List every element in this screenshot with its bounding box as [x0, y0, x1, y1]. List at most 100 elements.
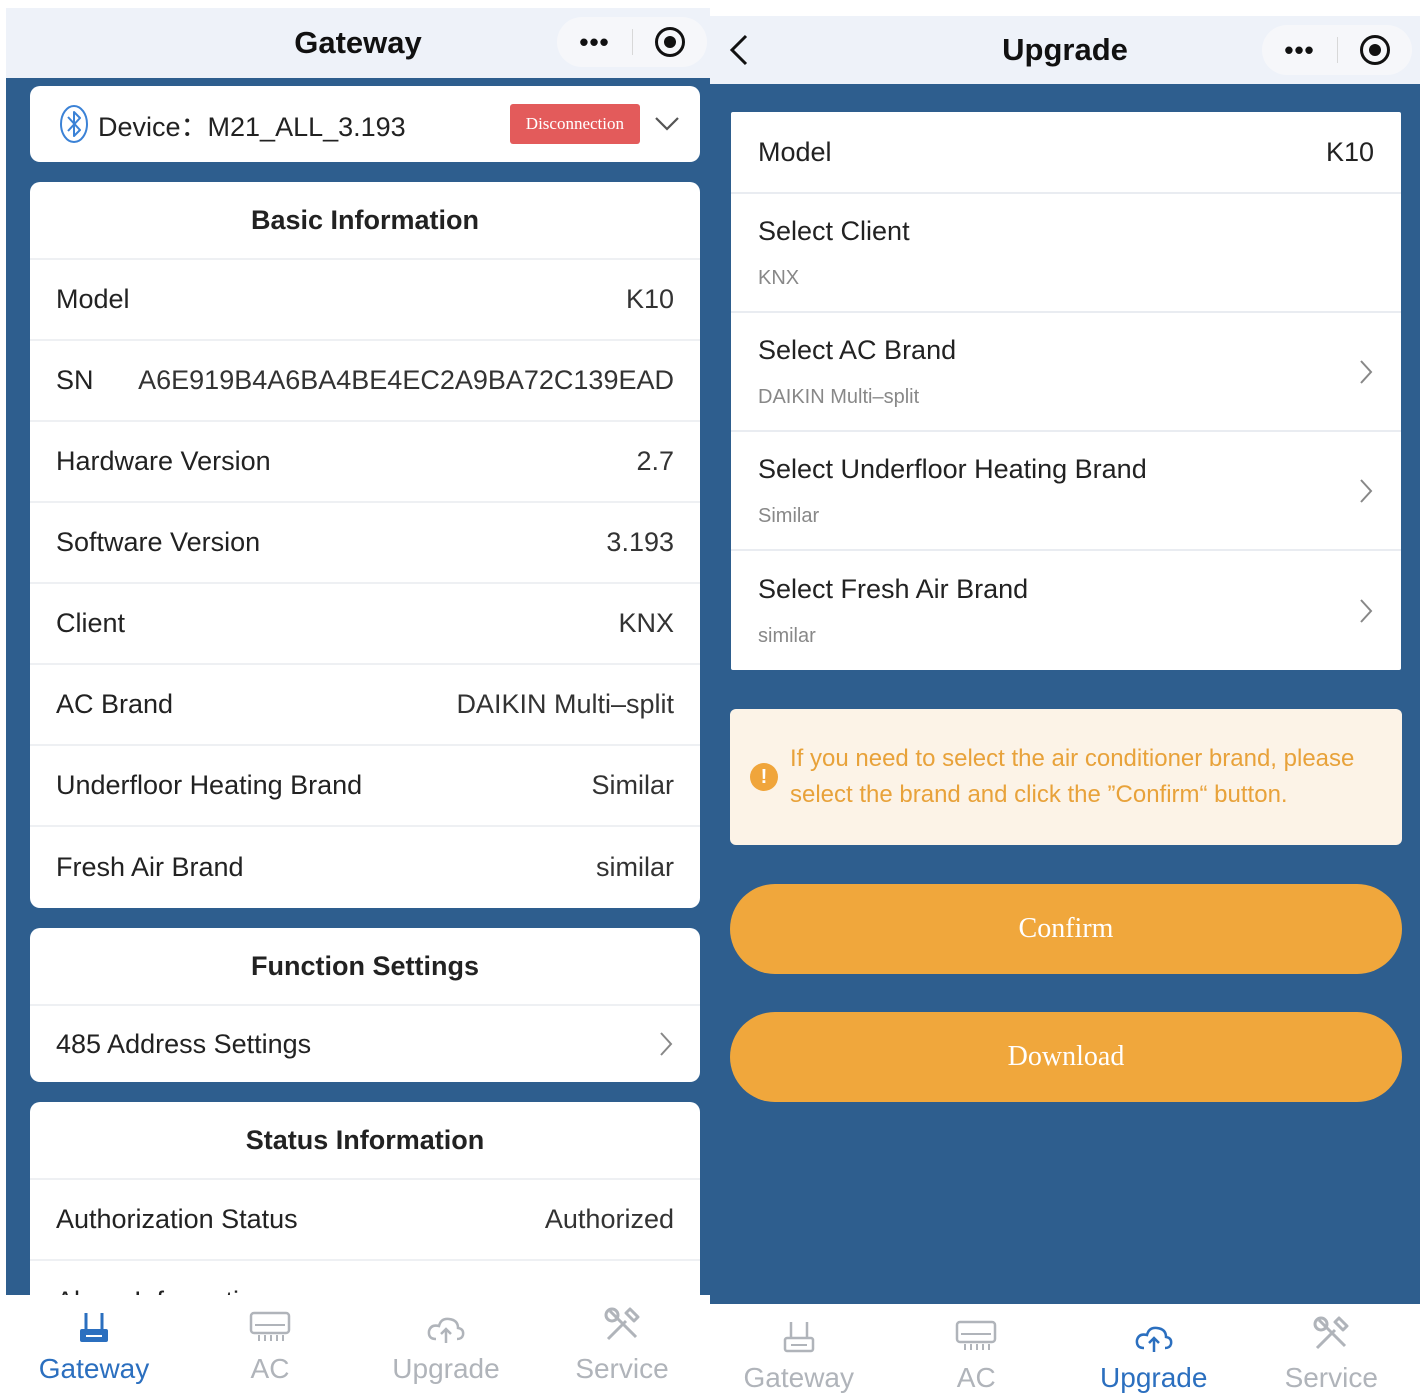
row-label: SN — [56, 365, 94, 395]
row-label: Client — [56, 608, 126, 638]
service-icon — [602, 1295, 642, 1345]
select-client-row[interactable]: Select Client KNX — [731, 194, 1401, 313]
row-value: KNX — [618, 608, 674, 638]
tab-label: Gateway — [38, 1353, 150, 1384]
tab-service[interactable]: Service — [534, 1295, 710, 1399]
chevron-right-icon — [1360, 598, 1373, 623]
tab-label: Service — [1284, 1362, 1378, 1393]
bluetooth-icon — [60, 105, 88, 143]
row-label: Model — [56, 284, 130, 314]
upgrade-icon — [1134, 1304, 1174, 1354]
confirm-button[interactable]: Confirm — [730, 884, 1402, 974]
tab-ac[interactable]: AC — [888, 1304, 1066, 1399]
info-row-underfloor-heating-brand: Underfloor Heating Brand Similar — [30, 746, 700, 827]
row-label: Select Fresh Air Brand — [758, 573, 1029, 604]
row-label: Model — [758, 136, 832, 167]
select-ac-brand-row[interactable]: Select AC Brand DAIKIN Multi–split — [731, 313, 1401, 432]
info-row-authorization-status: Authorization Status Authorized — [30, 1180, 700, 1261]
tab-service[interactable]: Service — [1243, 1304, 1420, 1399]
upgrade-screen: Upgrade ••• Model K10 Select Client KNX … — [710, 16, 1420, 1399]
close-target-icon[interactable] — [633, 27, 707, 57]
more-icon[interactable]: ••• — [1262, 35, 1337, 66]
row-value: Similar — [591, 770, 674, 800]
nav-bar: Upgrade ••• — [710, 16, 1420, 84]
tab-label: AC — [956, 1362, 996, 1393]
download-button[interactable]: Download — [730, 1012, 1402, 1102]
info-row-model: Model K10 — [30, 260, 700, 341]
select-fresh-air-brand-row[interactable]: Select Fresh Air Brand similar — [731, 551, 1401, 670]
info-row-sn: SN A6E919B4A6BA4BE4EC2A9BA72C139EAD — [30, 341, 700, 422]
row-label: Software Version — [56, 527, 261, 557]
row-value: Similar — [758, 504, 820, 527]
upgrade-icon — [426, 1295, 466, 1345]
ac-icon — [955, 1304, 997, 1354]
row-value: 2.7 — [636, 446, 674, 476]
service-icon — [1311, 1304, 1351, 1354]
row-label: AC Brand — [56, 689, 174, 719]
row-value: K10 — [1325, 136, 1374, 167]
info-row-fresh-air-brand: Fresh Air Brand similar — [30, 827, 700, 908]
gateway-icon — [77, 1295, 111, 1345]
tab-ac[interactable]: AC — [182, 1295, 358, 1399]
notice-text: If you need to select the air conditione… — [790, 745, 1355, 808]
model-row: Model K10 — [731, 112, 1401, 194]
chevron-right-icon — [660, 1032, 673, 1056]
tab-gateway[interactable]: Gateway — [6, 1295, 182, 1399]
tab-upgrade[interactable]: Upgrade — [358, 1295, 534, 1399]
chevron-right-icon — [1360, 478, 1373, 503]
ac-icon — [249, 1295, 291, 1345]
row-label: Authorization Status — [56, 1204, 298, 1234]
close-target-icon[interactable] — [1338, 35, 1412, 65]
tab-label: Gateway — [743, 1362, 855, 1393]
device-name: Device：M21_ALL_3.193 — [98, 111, 406, 142]
row-label: Select Client — [758, 215, 910, 246]
gateway-screen: Gateway ••• Device：M21_ALL_3.193 Disconn… — [6, 8, 710, 1399]
status-badge[interactable]: Disconnection — [509, 104, 640, 144]
tab-label: Upgrade — [392, 1353, 500, 1384]
section-title: Basic Information — [30, 182, 700, 260]
warning-icon: ! — [750, 763, 778, 791]
row-value: 3.193 — [606, 527, 674, 557]
mini-program-capsule: ••• — [557, 17, 707, 67]
address-settings-item[interactable]: 485 Address Settings — [30, 1006, 700, 1082]
row-value: similar — [596, 852, 674, 882]
row-value: Authorized — [544, 1204, 674, 1234]
row-value: similar — [758, 624, 816, 647]
tab-upgrade[interactable]: Upgrade — [1065, 1304, 1243, 1399]
info-row-ac-brand: AC Brand DAIKIN Multi–split — [30, 665, 700, 746]
tab-label: Service — [575, 1353, 669, 1384]
upgrade-form-card: Model K10 Select Client KNX Select AC Br… — [731, 112, 1401, 670]
nav-bar: Gateway ••• — [6, 8, 710, 78]
notice-box: ! If you need to select the air conditio… — [730, 709, 1402, 845]
row-label: Select Underfloor Heating Brand — [758, 453, 1147, 484]
gateway-icon — [782, 1304, 816, 1354]
more-icon[interactable]: ••• — [557, 27, 632, 58]
function-settings-card: Function Settings 485 Address Settings — [30, 928, 700, 1082]
device-card[interactable]: Device：M21_ALL_3.193 Disconnection — [30, 86, 700, 162]
chevron-right-icon — [1360, 359, 1373, 384]
row-value: DAIKIN Multi–split — [456, 689, 674, 719]
row-label: Select AC Brand — [758, 334, 957, 365]
basic-info-card: Basic Information Model K10 SN A6E919B4A… — [30, 182, 700, 908]
tab-label: Upgrade — [1100, 1362, 1208, 1393]
tab-gateway[interactable]: Gateway — [710, 1304, 888, 1399]
chevron-down-icon[interactable] — [654, 116, 680, 132]
section-title: Function Settings — [30, 928, 700, 1006]
info-row-client: Client KNX — [30, 584, 700, 665]
row-value: K10 — [625, 284, 674, 314]
info-row-software-version: Software Version 3.193 — [30, 503, 700, 584]
row-value: KNX — [758, 266, 800, 289]
row-label: Hardware Version — [56, 446, 271, 476]
select-underfloor-heating-brand-row[interactable]: Select Underfloor Heating Brand Similar — [731, 432, 1401, 551]
row-label: Underfloor Heating Brand — [56, 770, 363, 800]
section-title: Status Information — [30, 1102, 700, 1180]
tab-bar: Gateway AC Upgrade Service — [6, 1295, 710, 1399]
row-label: Fresh Air Brand — [56, 852, 244, 882]
info-row-hardware-version: Hardware Version 2.7 — [30, 422, 700, 503]
row-label: 485 Address Settings — [56, 1028, 312, 1059]
row-value: DAIKIN Multi–split — [758, 385, 920, 408]
tab-label: AC — [250, 1353, 290, 1384]
row-value: A6E919B4A6BA4BE4EC2A9BA72C139EAD — [138, 365, 674, 395]
tab-bar: Gateway AC Upgrade Service — [710, 1304, 1420, 1399]
mini-program-capsule: ••• — [1262, 25, 1412, 75]
